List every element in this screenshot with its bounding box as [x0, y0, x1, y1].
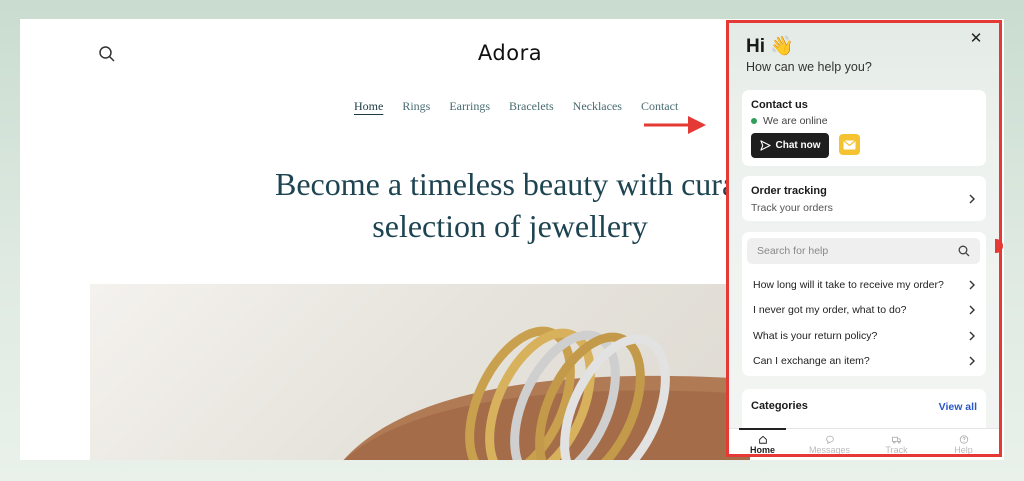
nav-contact[interactable]: Contact [641, 99, 678, 114]
annotation-arrow [644, 116, 706, 134]
store-logo[interactable]: Adora [420, 41, 600, 65]
nav-home[interactable]: Home [354, 99, 383, 114]
nav-rings[interactable]: Rings [402, 99, 430, 114]
nav-bracelets[interactable]: Bracelets [509, 99, 554, 114]
search-icon[interactable] [98, 45, 116, 63]
bangles-illustration [343, 326, 750, 460]
annotation-highlight-box [726, 20, 1002, 457]
store-nav: Home Rings Earrings Bracelets Necklaces … [354, 99, 678, 114]
hero-image-bangles [90, 284, 750, 460]
nav-necklaces[interactable]: Necklaces [573, 99, 622, 114]
nav-earrings[interactable]: Earrings [449, 99, 490, 114]
